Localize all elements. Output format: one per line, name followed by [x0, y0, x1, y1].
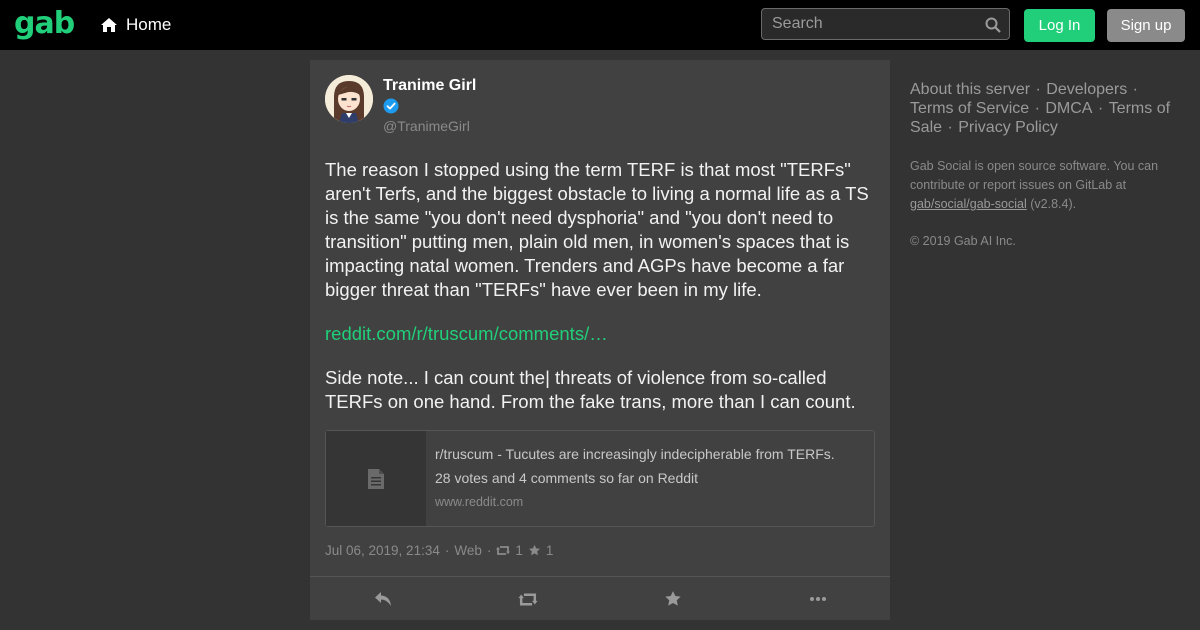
gab-logo[interactable]: gab	[14, 6, 75, 42]
star-icon	[528, 544, 540, 556]
home-label: Home	[126, 15, 172, 34]
repost-icon	[496, 546, 511, 555]
privacy-policy-link[interactable]: Privacy Policy	[958, 119, 1058, 136]
status-client: Web	[454, 543, 482, 558]
status-timestamp[interactable]: Jul 06, 2019, 21:34	[325, 543, 440, 558]
repo-link[interactable]: gab/social/gab-social	[910, 197, 1027, 211]
open-source-info: Gab Social is open source software. You …	[910, 157, 1185, 214]
repost-count: 1	[515, 543, 523, 558]
footer-links: About this server · Developers · Terms o…	[910, 81, 1171, 136]
reply-icon	[374, 592, 391, 606]
status-meta: Jul 06, 2019, 21:34 · Web · 1 1	[325, 543, 553, 558]
link-preview-card[interactable]: r/truscum - Tucutes are increasingly ind…	[325, 430, 875, 527]
search-icon[interactable]	[985, 17, 1001, 33]
about-server-link[interactable]: About this server	[910, 81, 1030, 98]
reply-button[interactable]	[310, 577, 455, 621]
verified-badge-icon	[383, 98, 399, 114]
search-input[interactable]	[762, 9, 992, 39]
repost-button[interactable]	[455, 577, 600, 621]
preview-description: 28 votes and 4 comments so far on Reddit	[435, 470, 699, 486]
star-icon	[664, 591, 681, 606]
status-card: Tranime Girl @TranimeGirl The reason I s…	[310, 60, 890, 620]
developers-link[interactable]: Developers	[1046, 81, 1127, 98]
home-link[interactable]: Home	[100, 15, 171, 35]
status-link[interactable]: reddit.com/r/truscum/comments/…	[325, 323, 608, 344]
version-text: (v2.8.4).	[1030, 197, 1077, 211]
preview-domain: www.reddit.com	[435, 495, 524, 509]
copyright-text: © 2019 Gab AI Inc.	[910, 234, 1016, 248]
status-content: The reason I stopped using the term TERF…	[325, 158, 875, 434]
favorite-count: 1	[545, 543, 554, 558]
meta-separator: ·	[444, 543, 450, 558]
login-button[interactable]: Log In	[1024, 9, 1095, 42]
dmca-link[interactable]: DMCA	[1045, 100, 1092, 117]
status-paragraph-1: The reason I stopped using the term TERF…	[325, 159, 869, 300]
top-navigation-bar: gab Home Log In Sign up	[0, 0, 1200, 50]
preview-thumbnail	[326, 431, 426, 526]
sidebar: About this server · Developers · Terms o…	[910, 80, 1185, 248]
avatar[interactable]	[325, 75, 373, 123]
preview-title: r/truscum - Tucutes are increasingly ind…	[435, 446, 835, 462]
more-options-button[interactable]	[745, 577, 890, 621]
repost-icon	[517, 593, 538, 605]
signup-button[interactable]: Sign up	[1107, 9, 1185, 42]
ellipsis-icon	[809, 597, 826, 601]
author-name[interactable]: Tranime Girl	[383, 77, 476, 95]
author-handle[interactable]: @TranimeGirl	[383, 118, 470, 134]
info-text: Gab Social is open source software. You …	[910, 159, 1159, 192]
meta-separator: ·	[486, 543, 492, 558]
home-icon	[101, 18, 117, 32]
document-icon	[368, 468, 384, 489]
status-paragraph-2: Side note... I can count the| threats of…	[325, 367, 856, 412]
status-action-bar	[310, 576, 890, 621]
favorite-button[interactable]	[600, 577, 745, 621]
search-box	[761, 8, 1010, 40]
terms-of-service-link[interactable]: Terms of Service	[910, 100, 1029, 117]
